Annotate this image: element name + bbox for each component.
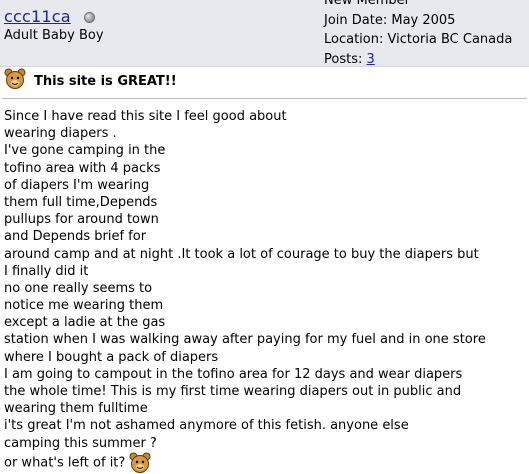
message-line: no one really seems to — [4, 280, 153, 296]
posts-label: Posts: — [324, 51, 367, 67]
message-line: around camp and at night .It took a lot … — [4, 246, 479, 262]
join-date: Join Date: May 2005 — [324, 12, 456, 28]
message-line: them full time,Depends — [4, 194, 158, 210]
message-line: wearing them fulltime — [4, 401, 148, 417]
message-line: station when I was walking away after pa… — [4, 332, 486, 348]
message-line: I am going to campout in the tofino area… — [4, 366, 463, 382]
message-line: the whole time! This is my first time we… — [4, 384, 462, 399]
user-rank: New Member — [324, 0, 410, 8]
message-line: notice me wearing them — [4, 298, 164, 314]
message-line: i'ts great I'm not ashamed anymore of th… — [4, 418, 409, 434]
message-last-text: or what's left of it? — [4, 455, 126, 471]
posts-count-link[interactable]: 3 — [367, 52, 375, 67]
message-line: wearing diapers . — [4, 126, 117, 142]
post-message: Since I have read this site I feel good … — [4, 108, 486, 473]
message-line: and Depends brief for — [4, 229, 147, 245]
message-line: Since I have read this site I feel good … — [4, 109, 287, 124]
title-divider — [2, 98, 527, 99]
message-line: of diapers I'm wearing — [4, 177, 150, 193]
message-line: pullups for around town — [4, 212, 159, 228]
message-line: tofino area with 4 packs — [4, 160, 161, 176]
user-title: Adult Baby Boy — [4, 28, 104, 43]
post-user-header: ccc11ca Adult Baby Boy New Member Join D… — [0, 0, 529, 67]
post-count: Posts: 3 — [324, 50, 512, 70]
offline-status-icon — [84, 12, 95, 23]
username-row: ccc11ca — [4, 7, 95, 29]
message-line: I've gone camping in the — [4, 143, 166, 159]
user-location: Location: Victoria BC Canada — [324, 32, 513, 47]
post-title: This site is GREAT!! — [34, 73, 177, 89]
message-line-last: or what's left of it? — [4, 452, 486, 473]
message-line: except a ladie at the gas — [4, 315, 166, 331]
username-link[interactable]: ccc11ca — [4, 7, 71, 26]
message-line: I finally did it — [4, 263, 89, 279]
message-line: camping this summer ? — [4, 435, 157, 451]
teddy-bear-smiley-icon — [4, 68, 26, 94]
post-title-row: This site is GREAT!! — [4, 68, 177, 94]
user-info: New Member Join Date: May 2005 Location:… — [324, 0, 512, 69]
message-line: where I bought a pack of diapers — [4, 349, 219, 365]
teddy-bear-smiley-icon — [129, 452, 151, 474]
